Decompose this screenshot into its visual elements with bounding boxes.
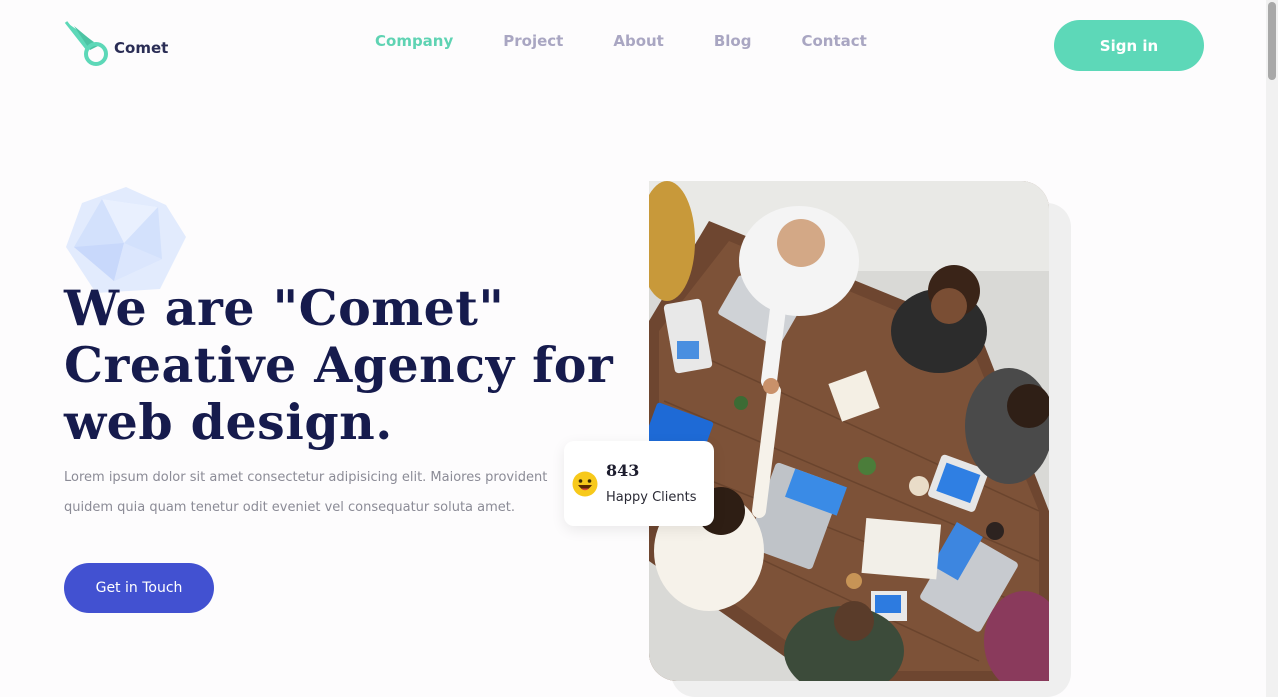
- hero-title-line: web design.: [64, 393, 393, 451]
- brand-name: Comet: [114, 39, 169, 57]
- nav-project[interactable]: Project: [503, 32, 563, 50]
- page-scrollbar[interactable]: [1266, 0, 1278, 697]
- brand-logo[interactable]: Comet: [64, 20, 168, 68]
- hero-description: Lorem ipsum dolor sit amet consectetur a…: [64, 463, 564, 523]
- nav-company[interactable]: Company: [375, 32, 453, 50]
- happy-clients-card: 843 Happy Clients: [564, 441, 714, 526]
- smiley-icon: [572, 471, 598, 497]
- hero-title-line: Creative Agency for: [64, 336, 614, 394]
- sign-in-button[interactable]: Sign in: [1054, 20, 1204, 71]
- hero-title: We are "Comet" Creative Agency for web d…: [64, 280, 624, 451]
- scrollbar-thumb[interactable]: [1268, 2, 1276, 80]
- clients-label: Happy Clients: [606, 490, 697, 505]
- hero-description-line: Lorem ipsum dolor sit amet consectetur a…: [64, 470, 548, 485]
- nav-contact[interactable]: Contact: [801, 32, 866, 50]
- nav-about[interactable]: About: [613, 32, 664, 50]
- hero-description-line: quidem quia quam tenetur odit eveniet ve…: [64, 500, 516, 515]
- team-meeting-illustration: [649, 181, 1049, 681]
- hero-title-line: We are "Comet": [64, 279, 505, 337]
- get-in-touch-button[interactable]: Get in Touch: [64, 563, 214, 613]
- site-header: Comet Company Project About Blog Contact…: [0, 0, 1266, 90]
- clients-count: 843: [606, 461, 640, 480]
- team-meeting-photo: [649, 181, 1049, 681]
- comet-logo-icon: [64, 21, 108, 66]
- nav-blog[interactable]: Blog: [714, 32, 752, 50]
- main-nav: Company Project About Blog Contact: [375, 32, 917, 50]
